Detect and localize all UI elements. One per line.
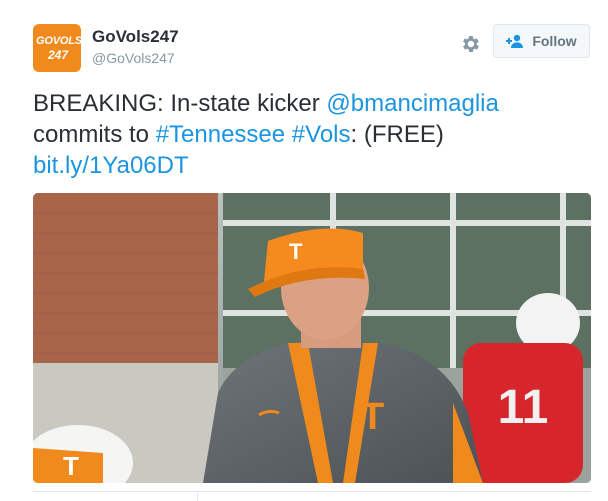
user-handle[interactable]: @GoVols247 — [92, 50, 175, 66]
player-number: 11 — [498, 381, 549, 434]
gear-icon[interactable] — [459, 33, 481, 55]
photo-scene: 11 T T T — [33, 193, 591, 483]
tweet-text-segment: commits to — [33, 121, 156, 148]
follow-button[interactable]: Follow — [493, 24, 590, 58]
display-name[interactable]: GoVols247 — [92, 27, 179, 47]
avatar-logo-text: GOVOLS — [36, 35, 81, 47]
avatar[interactable]: GOVOLS 247 — [33, 24, 81, 72]
add-user-icon — [506, 34, 524, 48]
helmet-logo: T — [63, 451, 79, 481]
tweet-photo[interactable]: 11 T T T — [33, 193, 591, 483]
follow-button-label: Follow — [532, 33, 577, 49]
avatar-logo-number: 247 — [47, 48, 69, 62]
visor-logo: T — [289, 239, 303, 264]
mention-link[interactable]: @bmancimaglia — [326, 90, 498, 117]
tweet-text-segment: : (FREE) — [350, 121, 444, 148]
tweet-text-segment: BREAKING: In-state kicker — [33, 90, 327, 117]
jacket-logo: T — [361, 396, 384, 438]
divider — [33, 491, 591, 492]
url-link[interactable]: bit.ly/1Ya06DT — [33, 152, 189, 179]
tweet-text: BREAKING: In-state kicker @bmancimaglia … — [33, 88, 593, 181]
hashtag-link[interactable]: #Vols — [292, 121, 351, 148]
hashtag-link[interactable]: #Tennessee — [156, 121, 285, 148]
divider — [197, 491, 198, 501]
tweet-text-segment — [285, 121, 292, 148]
